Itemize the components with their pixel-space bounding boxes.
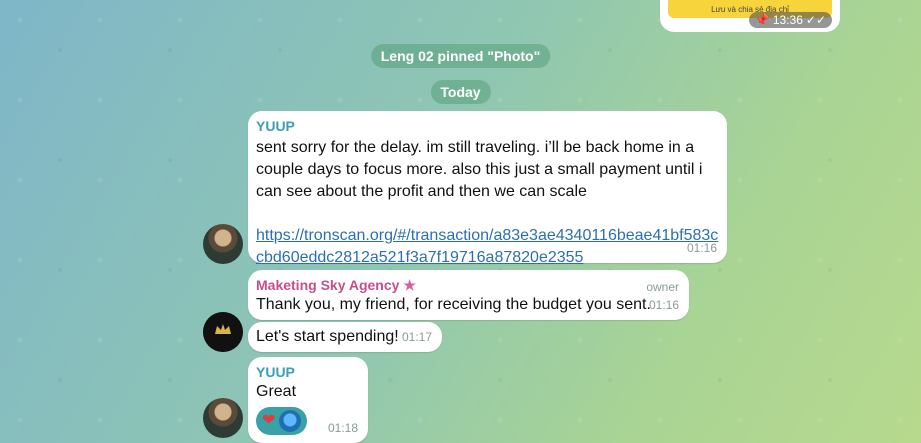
pinned-text: pinned "Photo" (433, 48, 541, 64)
crown-logo-icon (203, 312, 243, 352)
avatar-yuup[interactable] (203, 398, 243, 438)
sender-name[interactable]: Maketing Sky Agency ★ (256, 276, 681, 294)
date-label: Today (440, 84, 481, 100)
transaction-link[interactable]: https://tronscan.org/#/transaction/a83e3… (256, 225, 719, 269)
double-check-icon: ✓✓ (805, 13, 826, 27)
message-text: sent sorry for the delay. im still trave… (256, 139, 703, 200)
avatar-sky-agency[interactable] (203, 312, 243, 352)
message-time: 01:16 (686, 241, 717, 255)
pinned-sender[interactable]: Leng 02 (381, 48, 434, 64)
reactor-avatar (279, 410, 302, 432)
heart-icon: ❤ (262, 412, 276, 429)
message-bubble[interactable]: YUUP sent sorry for the delay. im still … (248, 111, 727, 266)
message-time: 01:17 (401, 330, 432, 344)
message-meta: 📌 13:36 ✓✓ (748, 12, 832, 28)
sender-name[interactable]: YUUP (256, 117, 719, 135)
avatar-yuup[interactable] (203, 224, 243, 264)
message-time: 13:36 (772, 13, 803, 27)
pinned-service-message[interactable]: Leng 02 pinned "Photo" (370, 44, 551, 68)
pin-icon: 📌 (754, 13, 770, 27)
message-bubble[interactable]: YUUP Great ❤ 01:18 (248, 357, 368, 443)
date-chip: Today (430, 80, 491, 104)
top-photo-message[interactable]: Lưu và chia sẻ địa chỉ 📌 13:36 ✓✓ (660, 0, 840, 32)
reaction-chip[interactable]: ❤ (256, 407, 308, 435)
message-bubble[interactable]: Let's start spending! 01:17 (248, 322, 442, 352)
message-text: Thank you, my friend, for receiving the … (256, 296, 651, 313)
message-text: Great (256, 383, 297, 400)
sender-name[interactable]: YUUP (256, 363, 360, 381)
star-icon: ★ (403, 277, 416, 293)
message-bubble[interactable]: Maketing Sky Agency ★ owner Thank you, m… (248, 270, 689, 320)
message-time: 01:18 (327, 421, 358, 435)
message-time: 01:16 (648, 298, 679, 312)
sender-name-label: Maketing Sky Agency (256, 277, 400, 293)
